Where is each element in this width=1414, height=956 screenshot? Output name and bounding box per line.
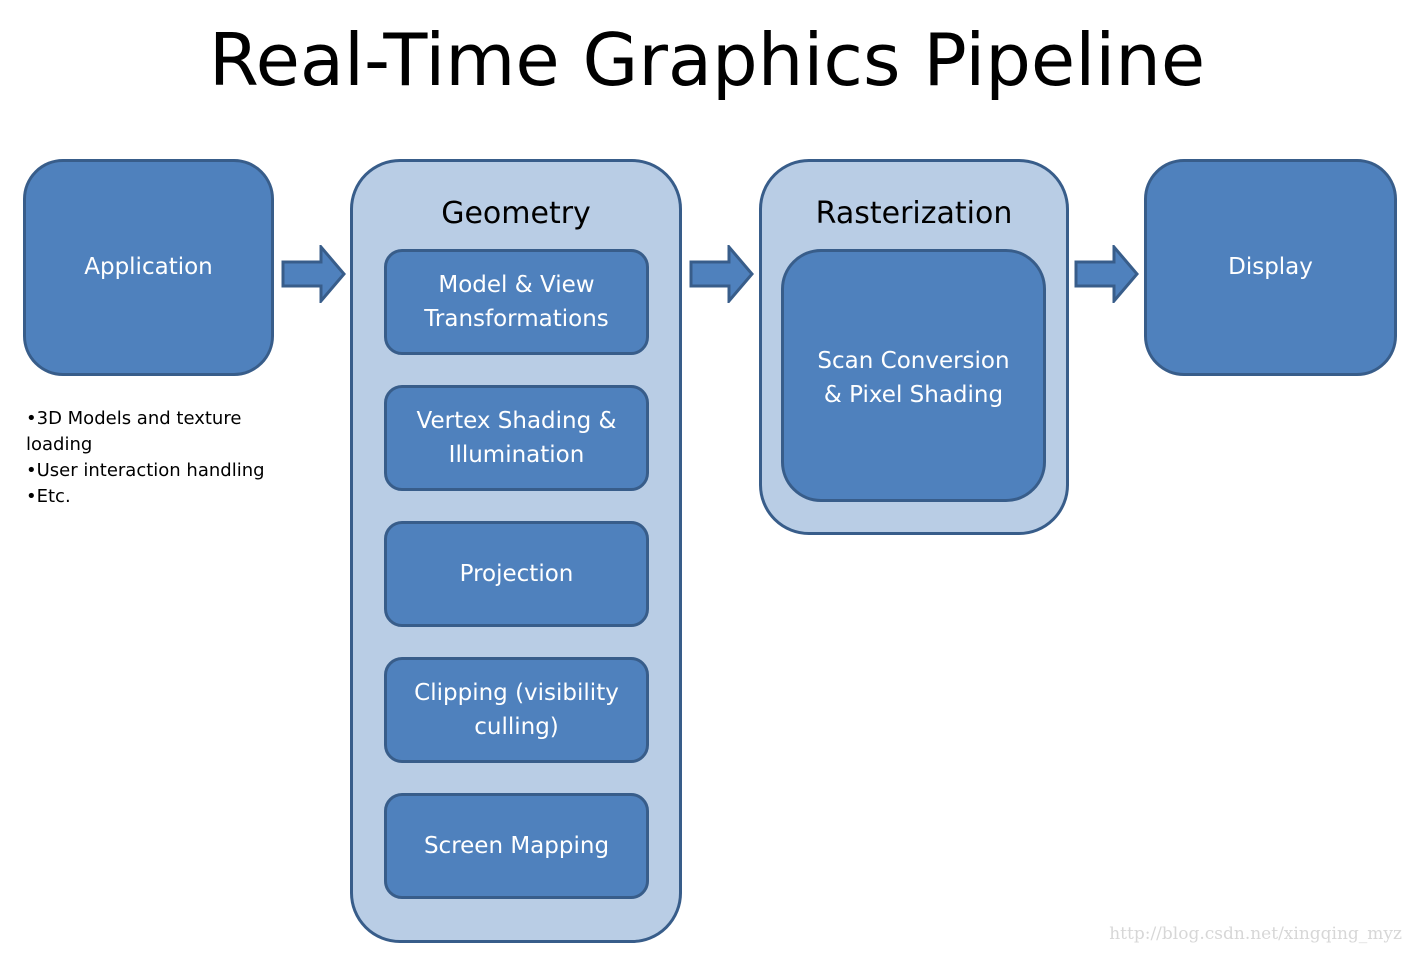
application-notes: •3D Models and texture loading •User int… [26, 406, 266, 510]
geometry-label: Geometry [441, 196, 591, 231]
rasterization-step: Scan Conversion & Pixel Shading [781, 249, 1046, 502]
rasterization-label: Rasterization [815, 196, 1013, 231]
diagram-title: Real-Time Graphics Pipeline [208, 18, 1206, 102]
note-item: •3D Models and texture loading [26, 408, 242, 455]
arrow-right-icon [689, 245, 754, 303]
display-stage: Display [1144, 159, 1397, 376]
arrow-right-icon [1074, 245, 1139, 303]
application-label: Application [84, 254, 213, 280]
geometry-step: Clipping (visibility culling) [384, 657, 649, 763]
watermark: http://blog.csdn.net/xingqing_myz [1109, 924, 1402, 944]
geometry-step: Vertex Shading & Illumination [384, 385, 649, 491]
geometry-step: Projection [384, 521, 649, 627]
display-label: Display [1228, 254, 1313, 280]
geometry-step: Screen Mapping [384, 793, 649, 899]
arrow-right-icon [281, 245, 346, 303]
application-stage: Application [23, 159, 274, 376]
geometry-step: Model & View Transformations [384, 249, 649, 355]
note-item: •Etc. [26, 486, 71, 507]
note-item: •User interaction handling [26, 460, 265, 481]
